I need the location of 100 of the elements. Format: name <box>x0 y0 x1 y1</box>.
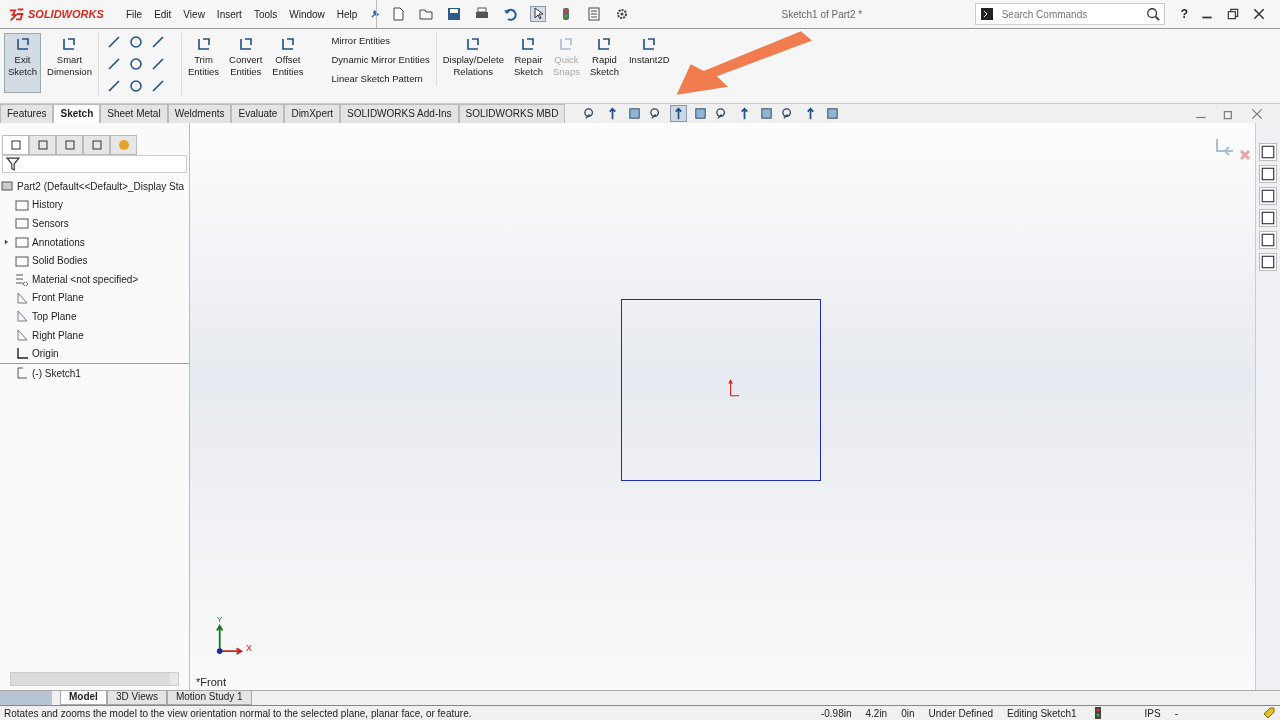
command-tab[interactable]: Features <box>0 104 54 123</box>
folder-icon <box>15 235 29 250</box>
menu-item[interactable]: Insert <box>216 8 242 20</box>
status-field: Under Defined <box>928 707 994 719</box>
task-pane-icon[interactable] <box>1259 187 1277 205</box>
close-icon[interactable] <box>1252 7 1266 21</box>
search-input[interactable]: Search Commands <box>999 7 1140 21</box>
menu-item[interactable]: View <box>183 8 205 20</box>
sketch-tool-icon[interactable] <box>106 57 121 71</box>
expand-arrow-icon[interactable] <box>4 239 9 246</box>
axis-label: X <box>246 643 252 653</box>
panel-tab[interactable] <box>2 135 29 155</box>
command-tab[interactable]: Evaluate <box>231 104 285 123</box>
panel-tab[interactable] <box>29 135 56 155</box>
graphics-area[interactable]: Y X *Front <box>190 123 1255 690</box>
ribbon-list-item[interactable]: Linear Sketch Pattern <box>315 73 430 84</box>
tree-item[interactable]: History <box>0 195 189 215</box>
model-tab[interactable]: Motion Study 1 <box>166 691 252 705</box>
sketch-tool-icon[interactable] <box>128 79 143 93</box>
filter-field[interactable] <box>2 155 187 173</box>
ribbon-button[interactable]: Exit Sketch <box>4 33 42 93</box>
menu-item[interactable]: File <box>126 8 143 20</box>
sketch-tool-icon[interactable] <box>128 35 143 49</box>
sketch-tool-icon[interactable] <box>150 57 165 71</box>
task-pane-icon[interactable] <box>1259 165 1277 183</box>
open-folder-icon[interactable] <box>419 7 433 21</box>
undo-icon[interactable] <box>503 7 517 21</box>
task-pane-icon[interactable] <box>1259 253 1277 271</box>
tool-icon <box>61 36 78 52</box>
help-button[interactable]: ? <box>1180 7 1188 21</box>
view-tool-icon[interactable] <box>627 106 643 121</box>
tool-icon <box>237 36 254 52</box>
menu-item[interactable]: Edit <box>154 8 172 20</box>
scrollbar[interactable] <box>10 672 179 686</box>
print-icon[interactable] <box>475 7 489 21</box>
sketch-tool-icon[interactable] <box>150 35 165 49</box>
tree-item[interactable]: Origin <box>0 344 189 363</box>
search-bar[interactable]: Search Commands <box>974 3 1165 25</box>
tool-icon <box>195 36 212 52</box>
pin-icon[interactable] <box>369 8 381 20</box>
tree-item[interactable]: Front Plane <box>0 288 189 308</box>
command-tab[interactable]: Sheet Metal <box>100 104 168 123</box>
view-tool-icon[interactable] <box>825 106 841 121</box>
command-tab[interactable]: SOLIDWORKS MBD <box>458 104 566 123</box>
ribbon-list-item[interactable]: Dynamic Mirror Entities <box>315 54 430 65</box>
tree-item[interactable]: Solid Bodies <box>0 251 189 270</box>
logo-icon <box>8 6 26 22</box>
sketch-tool-icon[interactable] <box>106 35 121 49</box>
select-pointer-icon[interactable] <box>531 7 545 21</box>
app-logo: SOLIDWORKS <box>0 0 112 28</box>
status-message: Rotates and zooms the model to the view orientation normal to the selected plane, planar face, or feature. <box>4 707 473 719</box>
view-tool-icon[interactable] <box>693 106 709 121</box>
tool-icon <box>641 36 658 52</box>
task-pane-icon[interactable] <box>1259 209 1277 227</box>
tree-item[interactable]: Right Plane <box>0 325 189 345</box>
ribbon-button[interactable]: Convert Entities <box>225 33 267 82</box>
save-icon[interactable] <box>447 7 461 21</box>
panel-icon <box>62 138 77 152</box>
task-pane-icon[interactable] <box>1259 231 1277 249</box>
tree-item[interactable]: (-) Sketch1 <box>0 363 189 383</box>
search-icon[interactable] <box>1145 7 1160 21</box>
ribbon-button[interactable]: Rapid Sketch <box>585 33 623 82</box>
menu-item[interactable]: Tools <box>253 8 278 20</box>
model-tab[interactable]: Model <box>60 691 107 705</box>
ribbon-button[interactable]: Trim Entities <box>183 33 224 82</box>
sketch-tool-icon[interactable] <box>150 79 165 93</box>
settings-icon[interactable] <box>615 7 629 21</box>
panel-tab[interactable] <box>56 135 83 155</box>
ribbon-list-item[interactable]: Mirror Entities <box>315 35 430 46</box>
tree-item[interactable]: Part2 (Default<<Default>_Display Sta <box>0 177 189 196</box>
ribbon-button[interactable]: Offset Entities <box>268 33 308 82</box>
unit-system[interactable]: IPS <box>1144 707 1161 719</box>
view-tool-icon[interactable] <box>671 106 687 121</box>
ribbon-button[interactable]: Repair Sketch <box>509 33 547 82</box>
command-tab[interactable]: Weldments <box>167 104 232 123</box>
panel-icon <box>35 138 50 152</box>
view-tool-icon[interactable] <box>759 106 775 121</box>
folder-icon <box>15 253 29 268</box>
ribbon-button[interactable]: Display/Delete Relations <box>438 33 508 82</box>
ribbon-button[interactable]: Instant2D <box>624 33 674 70</box>
sketch-tool-icon[interactable] <box>106 79 121 93</box>
options-list-icon[interactable] <box>587 7 601 21</box>
tree-item[interactable]: Annotations <box>0 232 189 252</box>
new-document-icon[interactable] <box>391 7 405 21</box>
ribbon-button[interactable]: Smart Dimension <box>43 33 96 82</box>
command-tab[interactable]: DimXpert <box>284 104 341 123</box>
tree-item[interactable]: Sensors <box>0 214 189 233</box>
menu-item[interactable]: Window <box>289 8 325 20</box>
model-tab[interactable]: 3D Views <box>106 691 167 705</box>
sketch-tool-icon[interactable] <box>128 57 143 71</box>
panel-tab[interactable] <box>83 135 110 155</box>
command-tab[interactable]: SOLIDWORKS Add-Ins <box>340 104 459 123</box>
task-pane-icon[interactable] <box>1259 143 1277 161</box>
status-field: Editing Sketch1 <box>1007 707 1077 719</box>
status-field: 0in <box>901 707 915 719</box>
tree-item[interactable]: Top Plane <box>0 307 189 326</box>
command-tab[interactable]: Sketch <box>53 104 101 123</box>
tree-item[interactable]: Material <not specified> <box>0 269 189 289</box>
menu-item[interactable]: Help <box>336 8 358 20</box>
restore-icon[interactable] <box>1226 7 1240 21</box>
